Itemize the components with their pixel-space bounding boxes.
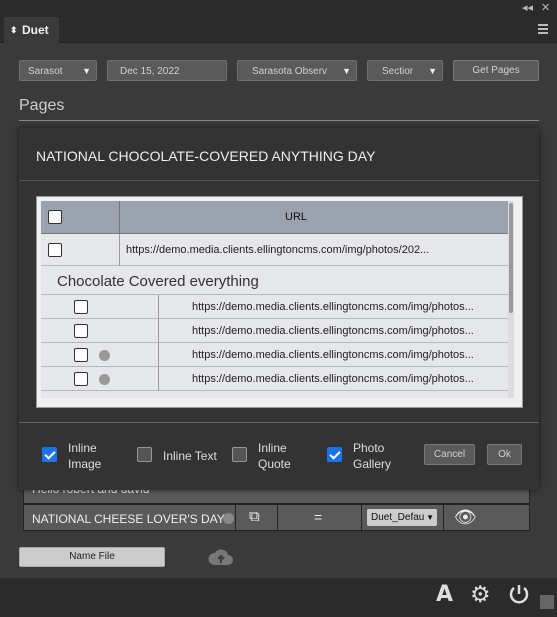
name-file-button[interactable]: Name File xyxy=(19,547,165,567)
scrollbar-thumb[interactable] xyxy=(509,203,513,313)
panel-title-strip: ◂◂ ✕ xyxy=(0,0,557,16)
close-panel-icon[interactable]: ✕ xyxy=(541,1,550,14)
eye-icon[interactable]: 👁 xyxy=(454,507,477,528)
select-all-checkbox[interactable] xyxy=(48,210,62,224)
section-select[interactable]: Sectior ▼ xyxy=(367,60,443,81)
chevron-down-icon: ▼ xyxy=(426,513,434,522)
chevron-down-icon: ▼ xyxy=(82,66,91,76)
status-dot-icon xyxy=(99,374,110,385)
pages-heading: Pages xyxy=(19,97,65,114)
chevron-down-icon: ▼ xyxy=(342,66,351,76)
table-header: URL xyxy=(41,201,514,234)
inline-quote-checkbox[interactable] xyxy=(232,447,247,462)
panel-menu-icon[interactable] xyxy=(538,24,548,36)
cancel-button[interactable]: Cancel xyxy=(424,444,475,465)
group-title: Chocolate Covered everything xyxy=(57,273,259,290)
publication-select-value: Sarasota Observ xyxy=(252,66,328,77)
url-cell: https://demo.media.clients.ellingtoncms.… xyxy=(192,301,474,313)
publication-select[interactable]: Sarasota Observ ▼ xyxy=(237,60,357,81)
row-checkbox[interactable] xyxy=(74,372,88,386)
url-cell: https://demo.media.clients.ellingtoncms.… xyxy=(126,244,430,256)
group-header: Chocolate Covered everything xyxy=(41,266,514,295)
url-cell: https://demo.media.clients.ellingtoncms.… xyxy=(192,325,474,337)
dialog-title: NATIONAL CHOCOLATE-COVERED ANYTHING DAY xyxy=(36,148,376,164)
inline-text-label: Inline Text xyxy=(163,449,217,463)
section-select-value: Sectior xyxy=(382,66,414,77)
dialog-divider xyxy=(19,422,539,423)
tab-duet[interactable]: ⬍ Duet xyxy=(4,17,59,43)
font-icon[interactable]: A xyxy=(436,582,453,607)
list-item[interactable]: https://demo.media.clients.ellingtoncms.… xyxy=(41,367,514,391)
inline-text-checkbox[interactable] xyxy=(137,447,152,462)
url-cell: https://demo.media.clients.ellingtoncms.… xyxy=(192,349,474,361)
status-dot-icon xyxy=(223,513,234,524)
drag-handle-icon[interactable]: = xyxy=(314,509,322,525)
page-title-cell: NATIONAL CHEESE LOVER'S DAY xyxy=(32,512,225,526)
inline-quote-label: Inline Quote xyxy=(258,441,291,471)
table-row[interactable]: NATIONAL CHEESE LOVER'S DAY ⧉ = Duet_Def… xyxy=(23,504,530,531)
row-checkbox[interactable] xyxy=(48,243,62,257)
list-item[interactable]: https://demo.media.clients.ellingtoncms.… xyxy=(41,319,514,343)
date-field[interactable]: Dec 15, 2022 xyxy=(107,60,227,81)
cloud-upload-icon[interactable] xyxy=(208,548,234,566)
photo-gallery-label: Photo Gallery xyxy=(353,441,392,471)
panel-tab-bar: ⬍ Duet xyxy=(0,16,557,43)
media-table: URL https://demo.media.clients.ellington… xyxy=(41,201,514,398)
photo-gallery-checkbox[interactable] xyxy=(327,447,342,462)
inline-image-label: Inline Image xyxy=(68,441,102,471)
row-checkbox[interactable] xyxy=(74,300,88,314)
list-item[interactable]: https://demo.media.clients.ellingtoncms.… xyxy=(41,343,514,367)
url-cell: https://demo.media.clients.ellingtoncms.… xyxy=(192,373,474,385)
gear-icon[interactable]: ⚙ xyxy=(470,581,491,608)
template-select[interactable]: Duet_Defau ▼ xyxy=(367,509,437,526)
status-dot-icon xyxy=(99,350,110,361)
row-checkbox[interactable] xyxy=(74,348,88,362)
list-item[interactable]: https://demo.media.clients.ellingtoncms.… xyxy=(41,295,514,319)
media-table-frame: URL https://demo.media.clients.ellington… xyxy=(36,196,523,408)
url-column-header: URL xyxy=(285,211,308,223)
table-row[interactable]: https://demo.media.clients.ellingtoncms.… xyxy=(41,234,514,266)
dialog-divider xyxy=(19,180,539,181)
get-pages-button[interactable]: Get Pages xyxy=(453,60,539,81)
collapse-panel-icon[interactable]: ◂◂ xyxy=(522,1,533,14)
ok-button[interactable]: Ok xyxy=(487,444,522,465)
copy-icon[interactable]: ⧉ xyxy=(249,508,260,525)
site-select-value: Sarasot xyxy=(28,66,63,77)
tab-duet-label: Duet xyxy=(22,23,49,37)
chevron-down-icon: ▼ xyxy=(428,66,437,76)
date-field-value: Dec 15, 2022 xyxy=(120,66,180,77)
template-select-value: Duet_Defau xyxy=(371,512,425,523)
inline-image-checkbox[interactable] xyxy=(42,447,57,462)
page-dialog: NATIONAL CHOCOLATE-COVERED ANYTHING DAY … xyxy=(19,128,539,490)
bottom-bar: A ⚙ xyxy=(0,578,557,617)
row-checkbox[interactable] xyxy=(74,324,88,338)
site-select[interactable]: Sarasot ▼ xyxy=(19,60,97,81)
tab-arrows-icon: ⬍ xyxy=(10,25,18,35)
power-icon[interactable] xyxy=(508,583,530,605)
resize-grip[interactable] xyxy=(540,595,554,609)
pages-divider xyxy=(19,120,539,121)
table-scrollbar[interactable] xyxy=(508,201,514,398)
